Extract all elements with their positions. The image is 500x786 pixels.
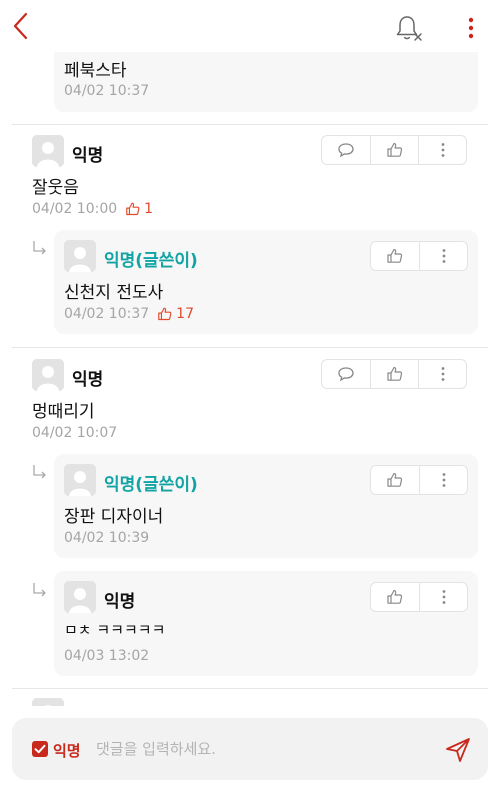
anonymous-label[interactable]: 익명 (53, 740, 81, 761)
comment-time: 04/02 10:00 (32, 201, 118, 217)
thumbs-up-icon (386, 366, 402, 381)
like-button[interactable] (370, 136, 418, 164)
back-chevron-icon (13, 12, 28, 40)
thumbs-up-icon (158, 307, 172, 321)
speech-bubble-icon (338, 367, 354, 382)
comment-composer: 익명 (0, 706, 500, 786)
thumbs-up-icon (126, 202, 140, 216)
comment-text: 잘웃음 (32, 178, 79, 198)
checkmark-icon (34, 744, 46, 754)
notification-off-icon (396, 16, 422, 41)
default-avatar-icon (32, 135, 64, 167)
article-more-button[interactable] (460, 12, 482, 44)
composer-field-wrap: 익명 (12, 718, 488, 780)
top-bar (0, 0, 500, 52)
reply-more-button[interactable] (419, 242, 467, 270)
reply-time: 04/02 10:39 (64, 530, 150, 546)
more-vertical-icon (468, 17, 474, 39)
comment-author: 익명 (72, 370, 104, 390)
avatar (64, 581, 96, 613)
comment-more-button[interactable] (418, 136, 466, 164)
reply-card: 익명 ㅁㅊ ㅋㅋㅋㅋㅋ 04/03 13:02 (54, 571, 478, 676)
comment-input[interactable] (96, 732, 426, 766)
like-button[interactable] (371, 466, 419, 494)
comment-divider (12, 347, 488, 348)
notification-toggle-button[interactable] (392, 12, 426, 44)
reply-author: 익명(글쓴이) (104, 251, 198, 271)
reply-arrow-icon (33, 241, 46, 255)
thumbs-up-icon (387, 472, 403, 487)
comment-time: 04/02 10:07 (32, 425, 118, 441)
back-button[interactable] (8, 8, 36, 44)
avatar (32, 359, 64, 391)
default-avatar-icon (32, 359, 64, 391)
reply-time: 04/02 10:37 (64, 306, 150, 322)
like-button[interactable] (371, 242, 419, 270)
reply-button[interactable] (322, 360, 370, 388)
default-avatar-icon (64, 464, 96, 496)
more-vertical-icon (441, 367, 444, 381)
reply-author: 익명 (104, 592, 136, 612)
reply-text: 신천지 전도사 (64, 283, 164, 303)
more-vertical-icon (441, 143, 444, 157)
reply-actions (370, 582, 468, 612)
comment-meta: 04/02 10:07 (32, 425, 117, 441)
avatar (64, 464, 96, 496)
like-button[interactable] (370, 360, 418, 388)
avatar (32, 135, 64, 167)
comment-more-button[interactable] (418, 360, 466, 388)
comment-meta: 04/02 10:00 1 (32, 201, 153, 217)
comment-divider (12, 124, 488, 125)
thumbs-up-icon (387, 589, 403, 604)
reply-more-button[interactable] (419, 583, 467, 611)
reply-meta: 04/02 10:39 (64, 530, 149, 546)
reply-card: 익명(글쓴이) 신천지 전도사 04/02 10:37 17 (54, 230, 478, 334)
like-count: 1 (125, 201, 153, 217)
reply-time: 04/03 13:02 (64, 648, 150, 664)
reply-text: 페북스타 (64, 61, 127, 81)
reply-meta: 04/03 13:02 (64, 648, 149, 664)
like-count: 17 (157, 306, 194, 322)
more-vertical-icon (442, 249, 445, 263)
reply-button[interactable] (322, 136, 370, 164)
reply-meta: 04/02 10:37 17 (64, 306, 194, 322)
reply-actions (370, 241, 468, 271)
send-button[interactable] (444, 736, 472, 764)
comment-text: 멍때리기 (32, 402, 95, 422)
comment-author: 익명 (72, 146, 104, 166)
reply-card: 익명(글쓴이) 장판 디자이너 04/02 10:39 (54, 454, 478, 558)
comment-divider (12, 688, 488, 689)
reply-actions (370, 465, 468, 495)
reply-arrow-icon (33, 583, 46, 597)
reply-text: ㅁㅊ ㅋㅋㅋㅋㅋ (64, 621, 166, 639)
default-avatar-icon (64, 240, 96, 272)
send-icon (446, 738, 470, 762)
anonymous-checkbox[interactable] (32, 741, 48, 757)
thumbs-up-icon (386, 142, 402, 157)
like-button[interactable] (371, 583, 419, 611)
speech-bubble-icon (338, 143, 354, 158)
reply-more-button[interactable] (419, 466, 467, 494)
reply-author: 익명(글쓴이) (104, 475, 198, 495)
avatar (64, 240, 96, 272)
reply-arrow-icon (33, 465, 46, 479)
thumbs-up-icon (387, 248, 403, 263)
comment-actions (321, 135, 467, 165)
reply-text: 장판 디자이너 (64, 507, 164, 527)
more-vertical-icon (442, 590, 445, 604)
comment-actions (321, 359, 467, 389)
more-vertical-icon (442, 473, 445, 487)
reply-time: 04/02 10:37 (64, 83, 150, 99)
comment-feed[interactable]: 페북스타 04/02 10:37 익명 잘웃음 04/02 10:00 1 익명… (0, 0, 500, 718)
default-avatar-icon (64, 581, 96, 613)
